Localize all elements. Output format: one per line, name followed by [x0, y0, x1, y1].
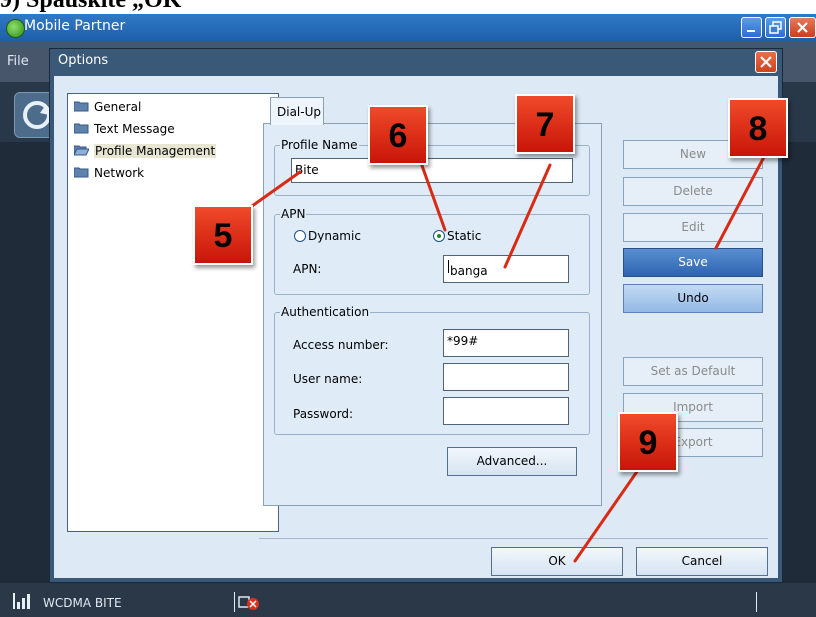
callout-8: 8	[728, 98, 788, 158]
arrow-5	[243, 170, 302, 213]
callout-arrows	[243, 153, 767, 563]
arrow-7	[503, 163, 552, 269]
callout-9: 9	[618, 412, 678, 472]
callout-5: 5	[193, 205, 253, 265]
arrow-8	[714, 153, 767, 250]
callout-7: 7	[515, 94, 575, 154]
arrow-9	[573, 458, 647, 563]
callout-6: 6	[368, 105, 428, 165]
arrow-6	[418, 158, 447, 232]
